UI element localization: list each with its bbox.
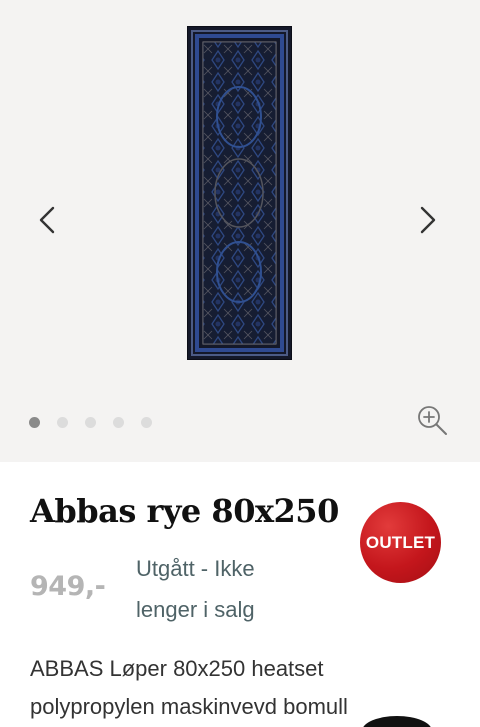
- zoom-button[interactable]: [416, 404, 448, 436]
- availability-status: Utgått - Ikke lenger i salg: [136, 548, 306, 630]
- product-price: 949,-: [30, 571, 106, 602]
- availability-status-line-1: Utgått - Ikke: [136, 556, 255, 581]
- product-image[interactable]: [188, 27, 291, 359]
- gallery-dot-3[interactable]: [85, 417, 96, 428]
- description-line-1: ABBAS Løper 80x250 heatset: [30, 656, 324, 681]
- product-description: ABBAS Løper 80x250 heatset polypropylen …: [30, 650, 470, 726]
- chevron-right-icon: [419, 206, 437, 238]
- outlet-badge: OUTLET: [360, 502, 441, 583]
- product-image-gallery[interactable]: [0, 0, 480, 462]
- product-title: Abbas rye 80x250: [30, 492, 339, 530]
- gallery-next-button[interactable]: [413, 205, 443, 239]
- gallery-pagination: [29, 417, 152, 428]
- gallery-dot-4[interactable]: [113, 417, 124, 428]
- zoom-in-icon: [416, 406, 448, 440]
- gallery-dot-1[interactable]: [29, 417, 40, 428]
- chevron-left-icon: [38, 206, 56, 238]
- gallery-dot-5[interactable]: [141, 417, 152, 428]
- gallery-prev-button[interactable]: [32, 205, 62, 239]
- gallery-dot-2[interactable]: [57, 417, 68, 428]
- availability-status-line-2: lenger i salg: [136, 597, 255, 622]
